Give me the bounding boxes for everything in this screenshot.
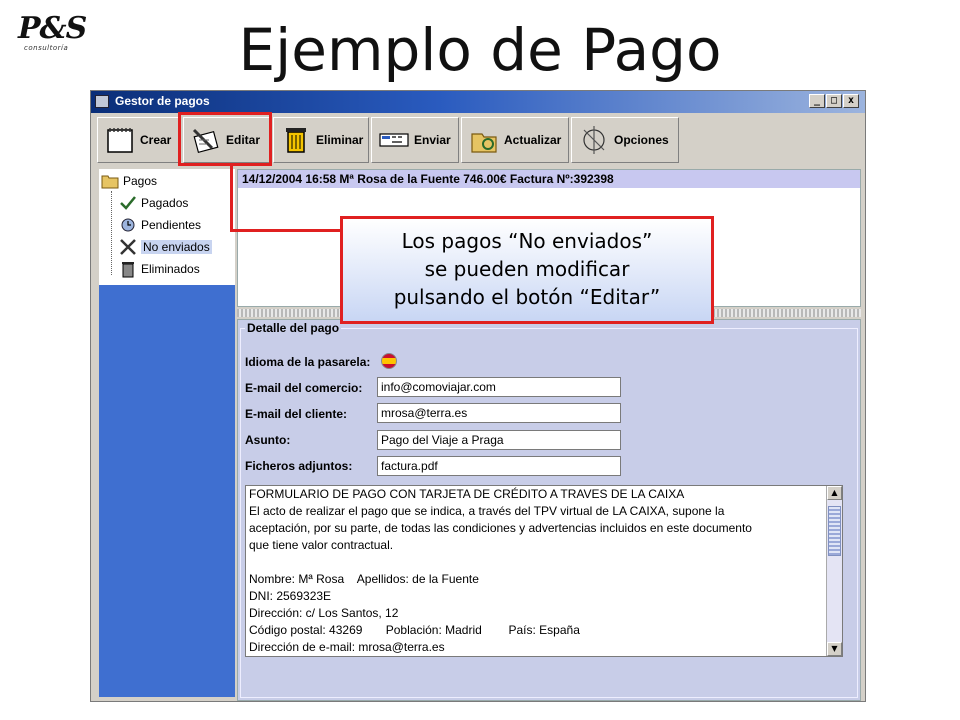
tree-item-label: Pagados bbox=[141, 196, 189, 210]
page-title: Ejemplo de Pago bbox=[238, 16, 722, 84]
app-icon bbox=[95, 95, 109, 108]
email-comercio-label: E-mail del comercio: bbox=[245, 381, 363, 395]
detail-fieldset: Detalle del pago Idioma de la pasarela: … bbox=[240, 321, 858, 698]
callout-line: Los pagos “No enviados” bbox=[401, 229, 653, 253]
email-cliente-label: E-mail del cliente: bbox=[245, 407, 348, 421]
trash-icon bbox=[122, 262, 134, 278]
spain-flag-icon[interactable] bbox=[381, 353, 397, 369]
ficheros-field[interactable]: factura.pdf bbox=[377, 456, 621, 476]
callout-note: Los pagos “No enviados” se pueden modifi… bbox=[340, 216, 714, 324]
opciones-button[interactable]: Opciones bbox=[571, 117, 679, 163]
actualizar-label: Actualizar bbox=[504, 133, 562, 147]
list-item[interactable]: 14/12/2004 16:58 Mª Rosa de la Fuente 74… bbox=[238, 170, 860, 188]
title-bar[interactable]: Gestor de pagos _ □ x bbox=[91, 91, 865, 113]
body-line: aceptación, por su parte, de todas las c… bbox=[249, 521, 752, 535]
email-cliente-field[interactable]: mrosa@terra.es bbox=[377, 403, 621, 423]
body-line: DNI: 2569323E bbox=[249, 589, 332, 603]
scroll-thumb[interactable] bbox=[828, 506, 841, 556]
enviar-label: Enviar bbox=[414, 133, 451, 147]
tree-item-eliminados[interactable]: Eliminados bbox=[119, 259, 200, 279]
eliminar-label: Eliminar bbox=[316, 133, 364, 147]
detail-panel: Detalle del pago Idioma de la pasarela: … bbox=[237, 319, 861, 701]
vertical-scrollbar[interactable]: ▲ ▼ bbox=[826, 486, 842, 656]
tree-item-label: Eliminados bbox=[141, 262, 200, 276]
crear-button[interactable]: Crear bbox=[97, 117, 181, 163]
eliminar-button[interactable]: Eliminar bbox=[273, 117, 369, 163]
asunto-field[interactable]: Pago del Viaje a Praga bbox=[377, 430, 621, 450]
tree-root-label: Pagos bbox=[123, 174, 158, 188]
tree-item-label: Pendientes bbox=[141, 218, 202, 232]
crear-label: Crear bbox=[140, 133, 172, 147]
tree-item-pendientes[interactable]: Pendientes bbox=[119, 215, 201, 235]
close-button[interactable]: x bbox=[843, 94, 859, 108]
minimize-button[interactable]: _ bbox=[809, 94, 825, 108]
body-line: Dirección de e-mail: mrosa@terra.es bbox=[249, 640, 445, 654]
idioma-label: Idioma de la pasarela: bbox=[245, 355, 371, 369]
tree-item-no-enviados[interactable]: No enviados bbox=[119, 237, 212, 257]
folder-icon bbox=[101, 175, 119, 189]
email-comercio-field[interactable]: info@comoviajar.com bbox=[377, 377, 621, 397]
body-line: Dirección: c/ Los Santos, 12 bbox=[249, 606, 399, 620]
refresh-folder-icon bbox=[471, 133, 497, 153]
maximize-button[interactable]: □ bbox=[826, 94, 842, 108]
editar-highlight bbox=[178, 112, 272, 166]
window-title: Gestor de pagos bbox=[115, 94, 210, 108]
enviar-button[interactable]: Enviar bbox=[371, 117, 459, 163]
check-icon bbox=[120, 196, 136, 210]
body-line: El acto de realizar el pago que se indic… bbox=[249, 504, 725, 518]
tree-item-label: No enviados bbox=[141, 240, 212, 254]
callout-line: pulsando el botón “Editar” bbox=[393, 285, 661, 309]
detail-legend: Detalle del pago bbox=[245, 321, 342, 335]
callout-connector-horizontal bbox=[230, 229, 342, 232]
tree-item-pagados[interactable]: Pagados bbox=[119, 193, 188, 213]
body-line: FORMULARIO DE PAGO CON TARJETA DE CRÉDIT… bbox=[249, 487, 685, 501]
callout-line: se pueden modificar bbox=[424, 257, 630, 281]
notepad-icon bbox=[107, 128, 133, 153]
options-icon bbox=[583, 126, 605, 154]
tree-connector bbox=[111, 191, 112, 275]
opciones-label: Opciones bbox=[614, 133, 669, 147]
message-body-textarea[interactable]: FORMULARIO DE PAGO CON TARJETA DE CRÉDIT… bbox=[245, 485, 843, 657]
body-line: que tiene valor contractual. bbox=[249, 538, 394, 552]
tree-root-pagos[interactable]: Pagos bbox=[101, 171, 157, 191]
actualizar-button[interactable]: Actualizar bbox=[461, 117, 569, 163]
send-icon bbox=[379, 133, 409, 147]
pending-icon bbox=[121, 218, 135, 232]
folder-tree: Pagos Pagados Pendientes No enviados Eli… bbox=[99, 169, 235, 285]
body-line: Código postal: 43269 Población: Madrid P… bbox=[249, 623, 580, 637]
ficheros-label: Ficheros adjuntos: bbox=[245, 459, 353, 473]
not-sent-icon bbox=[120, 239, 136, 255]
scroll-up-icon[interactable]: ▲ bbox=[827, 486, 842, 500]
app-window: Gestor de pagos _ □ x Crear Editar Elimi… bbox=[90, 90, 866, 702]
scroll-down-icon[interactable]: ▼ bbox=[827, 642, 842, 656]
asunto-label: Asunto: bbox=[245, 433, 291, 447]
trash-icon bbox=[286, 128, 306, 153]
tree-panel: Pagos Pagados Pendientes No enviados Eli… bbox=[99, 169, 235, 697]
body-line: Nombre: Mª Rosa Apellidos: de la Fuente bbox=[249, 572, 479, 586]
callout-connector-vertical bbox=[230, 166, 233, 232]
